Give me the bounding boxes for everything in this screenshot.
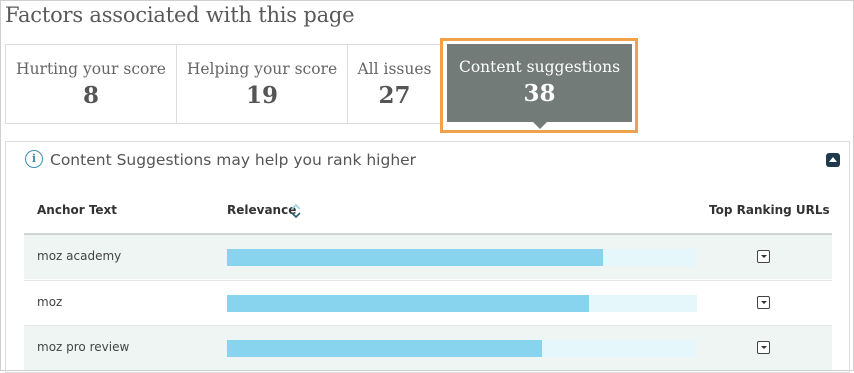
relevance-track bbox=[227, 340, 697, 357]
table-row: moz pro review bbox=[24, 326, 832, 370]
tab-count: 38 bbox=[523, 80, 556, 107]
relevance-track bbox=[227, 249, 697, 266]
tab-count: 8 bbox=[82, 82, 99, 109]
top-urls-dropdown-button[interactable] bbox=[757, 296, 770, 309]
sort-icon[interactable] bbox=[289, 202, 303, 220]
page-title: Factors associated with this page bbox=[5, 3, 355, 27]
relevance-bar bbox=[227, 340, 542, 357]
active-tab-pointer bbox=[532, 121, 548, 129]
tab-content-suggestions[interactable]: Content suggestions 38 bbox=[447, 44, 632, 122]
info-icon: i bbox=[25, 150, 43, 168]
tab-label: Hurting your score bbox=[16, 60, 166, 78]
anchor-text-cell: moz academy bbox=[37, 249, 122, 263]
panel-title: Content Suggestions may help you rank hi… bbox=[50, 151, 417, 169]
tab-label: Helping your score bbox=[186, 60, 338, 78]
table-row: moz academy bbox=[24, 235, 832, 279]
tab-label: Content suggestions bbox=[458, 58, 621, 76]
tab-helping-score[interactable]: Helping your score 19 bbox=[177, 45, 348, 123]
column-header-relevance[interactable]: Relevance bbox=[227, 203, 296, 217]
tab-count: 19 bbox=[245, 82, 278, 109]
relevance-bar bbox=[227, 295, 589, 312]
relevance-track bbox=[227, 295, 697, 312]
relevance-bar bbox=[227, 249, 603, 266]
column-header-anchor-text: Anchor Text bbox=[37, 203, 118, 217]
tab-label: All issues bbox=[357, 60, 432, 78]
column-header-top-ranking-urls: Top Ranking URLs bbox=[709, 203, 830, 217]
tab-count: 27 bbox=[378, 82, 411, 109]
top-urls-dropdown-button[interactable] bbox=[757, 341, 770, 354]
top-urls-dropdown-button[interactable] bbox=[757, 250, 770, 263]
table-row: moz bbox=[24, 281, 832, 325]
tab-hurting-score[interactable]: Hurting your score 8 bbox=[6, 45, 177, 123]
anchor-text-cell: moz pro review bbox=[37, 340, 130, 354]
anchor-text-cell: moz bbox=[37, 295, 63, 309]
tab-all-issues[interactable]: All issues 27 bbox=[348, 45, 442, 123]
collapse-button[interactable] bbox=[826, 153, 840, 167]
factor-tabs: Hurting your score 8 Helping your score … bbox=[5, 44, 442, 124]
